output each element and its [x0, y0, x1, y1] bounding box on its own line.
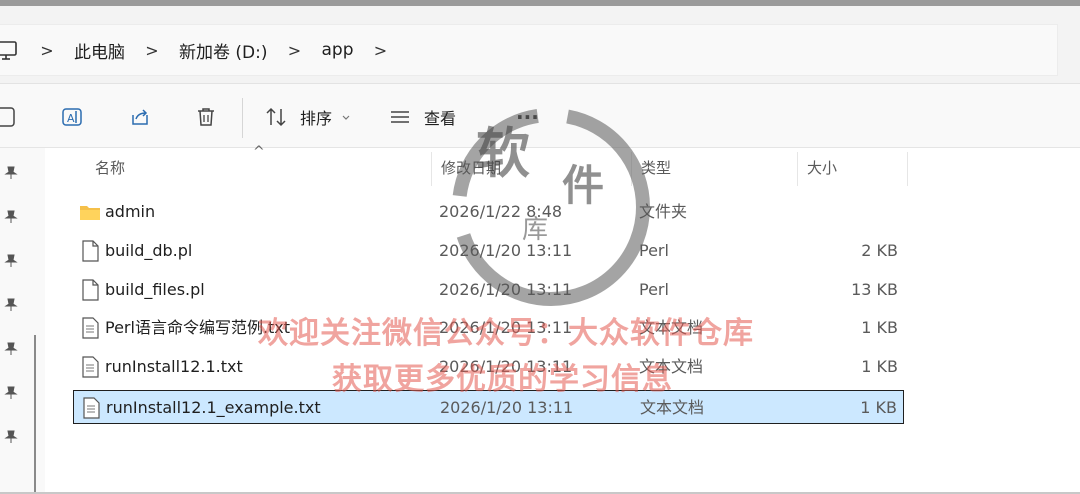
column-header-size[interactable]: 大小 — [799, 148, 837, 190]
text-file-icon — [82, 356, 99, 378]
chevron-right-icon[interactable]: > — [24, 41, 70, 60]
breadcrumb-drive-d[interactable]: 新加卷 (D:) — [175, 38, 272, 63]
column-divider[interactable] — [431, 152, 432, 186]
svg-text:A: A — [67, 112, 75, 125]
list-item[interactable]: Perl语言命令编写范例.txt 2026/1/20 13:11 文本文档 1 … — [73, 311, 904, 345]
view-button[interactable]: 查看 — [388, 104, 456, 130]
file-name: admin — [105, 202, 156, 221]
chevron-right-icon[interactable]: > — [129, 41, 175, 60]
file-date: 2026/1/20 13:11 — [439, 280, 573, 299]
share-icon — [132, 109, 148, 125]
list-item[interactable]: build_db.pl 2026/1/20 13:11 Perl 2 KB — [73, 234, 904, 268]
file-name: Perl语言命令编写范例.txt — [105, 318, 291, 337]
file-type: Perl — [639, 241, 669, 260]
view-list-icon — [391, 111, 409, 123]
folder-icon — [80, 206, 100, 220]
toolbar-divider — [242, 98, 243, 138]
file-size: 1 KB — [861, 318, 898, 337]
navigation-pane — [0, 148, 45, 494]
file-date: 2026/1/20 13:11 — [440, 398, 574, 417]
chevron-down-icon — [342, 115, 350, 120]
view-label: 查看 — [424, 109, 457, 128]
address-bar: > 此电脑 > 新加卷 (D:) > app > — [0, 6, 1080, 84]
delete-button[interactable] — [194, 104, 218, 130]
pin-icon[interactable] — [4, 342, 18, 356]
pin-icon[interactable] — [4, 210, 18, 224]
sort-ascending-icon: ^ — [253, 144, 265, 160]
pin-icon[interactable] — [4, 430, 18, 444]
file-date: 2026/1/20 13:11 — [439, 318, 573, 337]
rename-icon: A — [62, 108, 82, 126]
rename-button[interactable]: A — [60, 104, 84, 130]
text-file-icon — [83, 397, 100, 419]
command-bar: A 排序 查看 ··· — [0, 84, 1080, 148]
file-icon — [82, 240, 99, 262]
copy-icon — [0, 107, 15, 127]
column-header-name[interactable]: 名称 — [87, 148, 125, 190]
file-type: Perl — [639, 280, 669, 299]
sort-label: 排序 — [300, 109, 333, 128]
file-icon — [82, 279, 99, 301]
file-size: 1 KB — [861, 357, 898, 376]
column-header-row: ^ 名称 修改日期 类型 大小 — [45, 144, 1080, 190]
file-type: 文本文档 — [639, 318, 704, 337]
file-type: 文本文档 — [640, 398, 705, 417]
breadcrumb[interactable]: > 此电脑 > 新加卷 (D:) > app > — [0, 24, 1058, 76]
list-item[interactable]: runInstall12.1.txt 2026/1/20 13:11 文本文档 … — [73, 350, 904, 384]
nav-scrollbar[interactable] — [34, 335, 36, 494]
file-type: 文件夹 — [639, 202, 688, 221]
chevron-right-icon[interactable]: > — [272, 41, 318, 60]
trash-icon — [198, 108, 214, 126]
file-name: runInstall12.1_example.txt — [106, 398, 321, 417]
column-header-type[interactable]: 类型 — [633, 148, 671, 190]
list-item-selected[interactable]: runInstall12.1_example.txt 2026/1/20 13:… — [73, 390, 904, 424]
file-name: runInstall12.1.txt — [105, 357, 243, 376]
file-type: 文本文档 — [639, 357, 704, 376]
file-size: 1 KB — [860, 398, 897, 417]
column-header-date[interactable]: 修改日期 — [433, 148, 501, 190]
more-options-button[interactable]: ··· — [516, 104, 539, 130]
this-pc-icon[interactable] — [0, 24, 24, 76]
sort-button[interactable]: 排序 — [264, 104, 352, 130]
breadcrumb-this-pc[interactable]: 此电脑 — [70, 38, 129, 63]
chevron-right-icon[interactable]: > — [358, 41, 404, 60]
list-item[interactable]: build_files.pl 2026/1/20 13:11 Perl 13 K… — [73, 273, 904, 307]
list-item[interactable]: admin 2026/1/22 8:48 文件夹 — [73, 195, 904, 229]
text-file-icon — [82, 317, 99, 339]
pin-icon[interactable] — [4, 254, 18, 268]
file-date: 2026/1/20 13:11 — [439, 357, 573, 376]
column-divider[interactable] — [631, 152, 632, 186]
file-date: 2026/1/20 13:11 — [439, 241, 573, 260]
file-date: 2026/1/22 8:48 — [439, 202, 563, 221]
pin-icon[interactable] — [4, 166, 18, 180]
copy-button[interactable] — [0, 104, 18, 130]
file-name: build_files.pl — [105, 280, 205, 299]
pin-icon[interactable] — [4, 298, 18, 312]
column-divider[interactable] — [797, 152, 798, 186]
column-divider[interactable] — [907, 152, 908, 186]
file-name: build_db.pl — [105, 241, 193, 260]
file-size: 13 KB — [851, 280, 898, 299]
sort-icon — [266, 107, 286, 127]
breadcrumb-app[interactable]: app — [318, 40, 358, 60]
pin-icon[interactable] — [4, 386, 18, 400]
share-button[interactable] — [128, 104, 152, 130]
file-size: 2 KB — [861, 241, 898, 260]
